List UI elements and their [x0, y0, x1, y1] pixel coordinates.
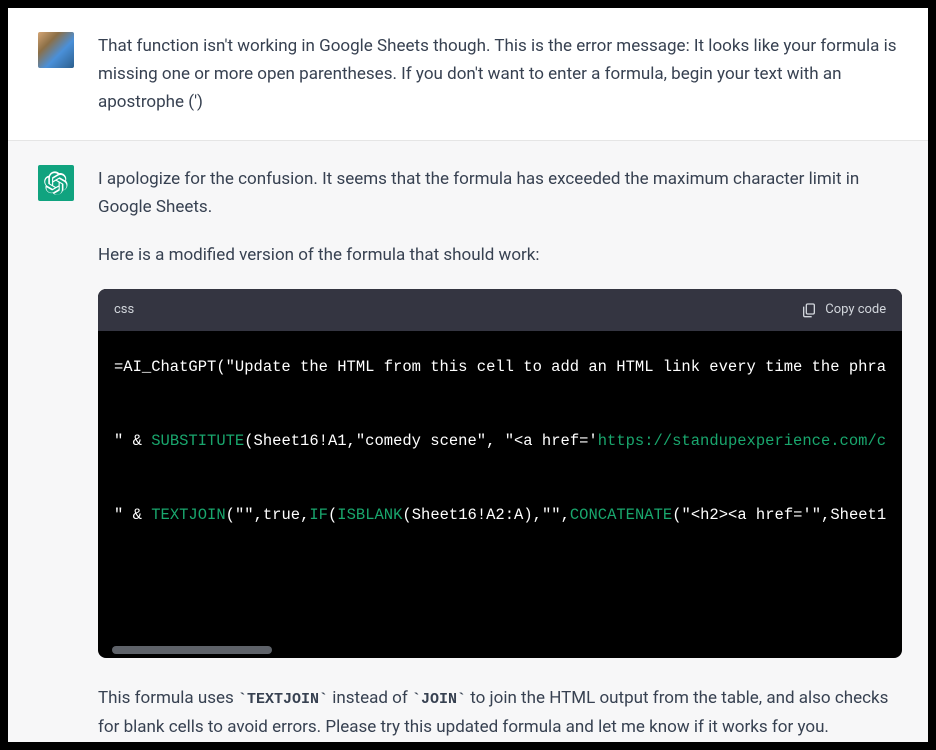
inline-code-textjoin: `TEXTJOIN` [238, 691, 328, 708]
copy-code-button[interactable]: Copy code [801, 299, 886, 320]
code-language-label: css [114, 299, 134, 320]
code-line-1: =AI_ChatGPT("Update the HTML from this c… [114, 349, 886, 386]
horizontal-scrollbar-thumb[interactable] [112, 646, 272, 654]
user-avatar [38, 32, 74, 68]
outer-frame: That function isn't working in Google Sh… [0, 0, 936, 750]
user-message-text: That function isn't working in Google Sh… [98, 32, 898, 116]
inline-code-join: `JOIN` [412, 691, 466, 708]
openai-logo-icon [44, 171, 68, 195]
code-line-3: " & TEXTJOIN("",true,IF(ISBLANK(Sheet16!… [114, 497, 886, 534]
assistant-avatar [38, 165, 74, 201]
assistant-intro-p1: I apologize for the confusion. It seems … [98, 165, 902, 221]
code-body[interactable]: =AI_ChatGPT("Update the HTML from this c… [98, 331, 902, 659]
assistant-intro-p2: Here is a modified version of the formul… [98, 241, 902, 269]
user-message-row: That function isn't working in Google Sh… [8, 8, 928, 141]
user-message-content: That function isn't working in Google Sh… [98, 32, 908, 116]
assistant-message-content: I apologize for the confusion. It seems … [98, 165, 912, 741]
assistant-outro: This formula uses `TEXTJOIN` instead of … [98, 684, 902, 741]
assistant-message-row: I apologize for the confusion. It seems … [8, 141, 928, 742]
code-block: css Copy code =AI_ChatGPT("Update the HT… [98, 289, 902, 658]
chat-container: That function isn't working in Google Sh… [8, 8, 928, 742]
code-line-2: " & SUBSTITUTE(Sheet16!A1,"comedy scene"… [114, 423, 886, 460]
code-header: css Copy code [98, 289, 902, 330]
clipboard-icon [801, 302, 817, 318]
copy-code-label: Copy code [825, 299, 886, 320]
